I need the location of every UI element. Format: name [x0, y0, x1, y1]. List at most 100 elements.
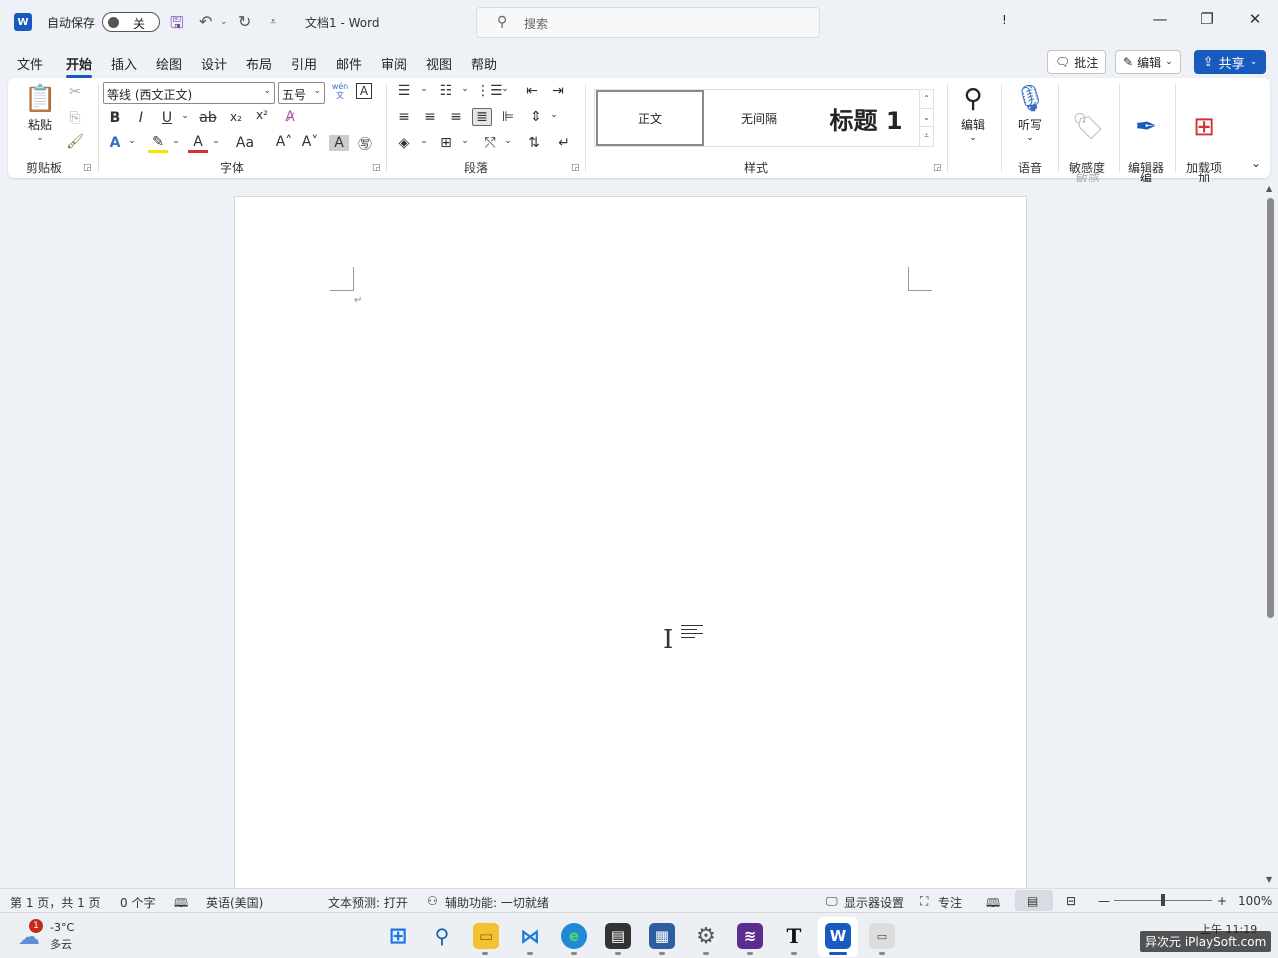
language[interactable]: 英语(美国) — [206, 894, 263, 911]
increase-indent-icon[interactable]: ⇥ — [548, 83, 568, 99]
search-box[interactable]: ⚲ 搜索 — [476, 7, 820, 38]
bold-button[interactable]: B — [105, 110, 125, 126]
clipboard-launcher-icon[interactable]: ◲ — [83, 163, 92, 173]
scroll-up-icon[interactable]: ⌃ — [920, 90, 933, 108]
undo-icon[interactable]: ↶ — [199, 12, 212, 31]
decrease-indent-icon[interactable]: ⇤ — [522, 83, 542, 99]
remote-desktop-icon[interactable]: ▦ — [649, 923, 675, 949]
multilevel-list-icon[interactable]: ⋮☰ — [476, 83, 503, 99]
superscript-button[interactable]: x² — [252, 108, 272, 122]
editing-mode-button[interactable]: ✎ 编辑 ⌄ — [1115, 50, 1181, 74]
shading-icon[interactable]: ◈ — [394, 135, 414, 151]
accessibility-status[interactable]: 辅助功能: 一切就绪 — [445, 894, 549, 911]
tab-file[interactable]: 文件 — [17, 54, 43, 73]
paste-button[interactable]: 📋 粘贴 ⌄ — [24, 82, 56, 143]
undo-dropdown-icon[interactable]: ⌄ — [220, 17, 228, 27]
numbering-icon[interactable]: ☷ — [436, 83, 456, 99]
align-right-icon[interactable]: ≡ — [446, 109, 466, 125]
italic-button[interactable]: I — [131, 110, 151, 126]
paragraph-launcher-icon[interactable]: ◲ — [571, 163, 580, 173]
edge-icon[interactable]: e — [561, 923, 587, 949]
display-tool-icon[interactable]: ▭ — [869, 923, 895, 949]
scroll-down-icon[interactable]: ⌄ — [920, 108, 933, 126]
search-icon[interactable]: ⚲ — [429, 923, 455, 949]
document-area[interactable]: ↵ I — [0, 182, 1264, 896]
highlight-icon[interactable]: ✎ — [148, 134, 168, 153]
chevron-down-icon[interactable]: ⌄ — [495, 84, 515, 94]
character-border-icon[interactable]: A — [356, 83, 372, 99]
tab-home[interactable]: 开始 — [66, 54, 93, 78]
format-painter-icon[interactable]: 🖌 — [65, 134, 85, 150]
tab-draw[interactable]: 绘图 — [156, 54, 182, 73]
close-button[interactable]: ✕ — [1243, 10, 1267, 34]
font-name-select[interactable]: 等线 (西文正文) ⌄ — [103, 82, 275, 104]
focus-mode[interactable]: 专注 — [938, 894, 962, 911]
sort-icon[interactable]: ⇅ — [524, 135, 544, 151]
scroll-up-icon[interactable]: ▲ — [1266, 184, 1272, 193]
tab-view[interactable]: 视图 — [426, 54, 452, 73]
chevron-down-icon[interactable]: ⌄ — [206, 136, 226, 146]
autosave-toggle[interactable]: 关 — [102, 12, 160, 32]
styles-scroll[interactable]: ⌃ ⌄ ⩡ — [919, 90, 933, 146]
chevron-down-icon[interactable]: ⌄ — [455, 84, 475, 94]
collapse-ribbon-icon[interactable]: ⌄ — [1246, 156, 1266, 170]
word-app-icon[interactable]: W — [14, 13, 32, 31]
tab-review[interactable]: 审阅 — [381, 54, 407, 73]
style-heading1[interactable]: 标题 1 — [813, 90, 919, 146]
styles-launcher-icon[interactable]: ◲ — [933, 163, 942, 173]
chinese-layout-icon[interactable]: ⤲ — [480, 135, 500, 151]
tab-insert[interactable]: 插入 — [111, 54, 137, 73]
minimize-button[interactable]: — — [1148, 10, 1172, 34]
underline-button[interactable]: U — [157, 110, 177, 126]
customize-toolbar-icon[interactable]: ⩡ — [270, 15, 276, 29]
page-count[interactable]: 第 1 页，共 1 页 — [10, 894, 101, 911]
chevron-down-icon[interactable]: ⌄ — [175, 111, 195, 121]
style-no-spacing[interactable]: 无间隔 — [705, 90, 813, 146]
chevron-down-icon[interactable]: ⌄ — [414, 136, 434, 146]
bullets-icon[interactable]: ☰ — [394, 83, 414, 99]
grow-font-button[interactable]: A˄ — [274, 134, 294, 150]
warning-icon[interactable]: ! — [1002, 13, 1007, 27]
copy-icon[interactable]: ⎘ — [65, 110, 85, 126]
font-launcher-icon[interactable]: ◲ — [372, 163, 381, 173]
display-settings[interactable]: 显示器设置 — [844, 894, 904, 911]
tab-design[interactable]: 设计 — [201, 54, 227, 73]
temperature[interactable]: -3°C — [50, 921, 74, 934]
word-count[interactable]: 0 个字 — [120, 894, 155, 911]
scroll-down-icon[interactable]: ▼ — [1266, 875, 1272, 884]
tab-help[interactable]: 帮助 — [471, 54, 497, 73]
chevron-down-icon[interactable]: ⌄ — [166, 136, 186, 146]
typora-icon[interactable]: T — [781, 923, 807, 949]
redo-icon[interactable]: ↻ — [238, 12, 251, 31]
show-marks-icon[interactable]: ↵ — [554, 135, 574, 151]
file-explorer-icon[interactable]: ▭ — [473, 923, 499, 949]
zoom-out-button[interactable]: — — [1098, 894, 1110, 908]
web-layout-icon[interactable]: ⊟ — [1066, 894, 1076, 908]
align-left-icon[interactable]: ≡ — [394, 109, 414, 125]
zoom-level[interactable]: 100% — [1238, 894, 1272, 908]
vscode-icon[interactable]: ⋈ — [517, 923, 543, 949]
editing-button[interactable]: ⚲ 编辑 ⌄ — [955, 82, 991, 143]
weather-description[interactable]: 多云 — [50, 936, 72, 952]
font-size-select[interactable]: 五号 ⌄ — [278, 82, 325, 104]
zoom-in-button[interactable]: + — [1217, 894, 1227, 908]
change-case-button[interactable]: Aa — [230, 135, 260, 151]
tab-mailings[interactable]: 邮件 — [336, 54, 362, 73]
zoom-slider-thumb[interactable] — [1161, 894, 1165, 906]
document-page[interactable]: ↵ I — [234, 196, 1027, 896]
visual-studio-icon[interactable]: ≋ — [737, 923, 763, 949]
borders-icon[interactable]: ⊞ — [436, 135, 456, 151]
windows-start-icon[interactable]: ⊞ — [385, 923, 411, 949]
terminal-icon[interactable]: ▤ — [605, 923, 631, 949]
scrollbar-thumb[interactable] — [1267, 198, 1274, 618]
tab-references[interactable]: 引用 — [291, 54, 317, 73]
phonetic-guide-icon[interactable]: wén 文 — [330, 82, 350, 100]
chevron-down-icon[interactable]: ⌄ — [414, 84, 434, 94]
style-normal[interactable]: 正文 — [596, 90, 704, 146]
subscript-button[interactable]: x₂ — [226, 110, 246, 124]
shrink-font-button[interactable]: A˅ — [300, 134, 320, 150]
vertical-scrollbar[interactable]: ▲ ▼ — [1264, 182, 1278, 888]
restore-button[interactable]: ❐ — [1195, 10, 1219, 34]
text-prediction[interactable]: 文本预测: 打开 — [328, 894, 408, 911]
strikethrough-button[interactable]: ab — [198, 110, 218, 126]
